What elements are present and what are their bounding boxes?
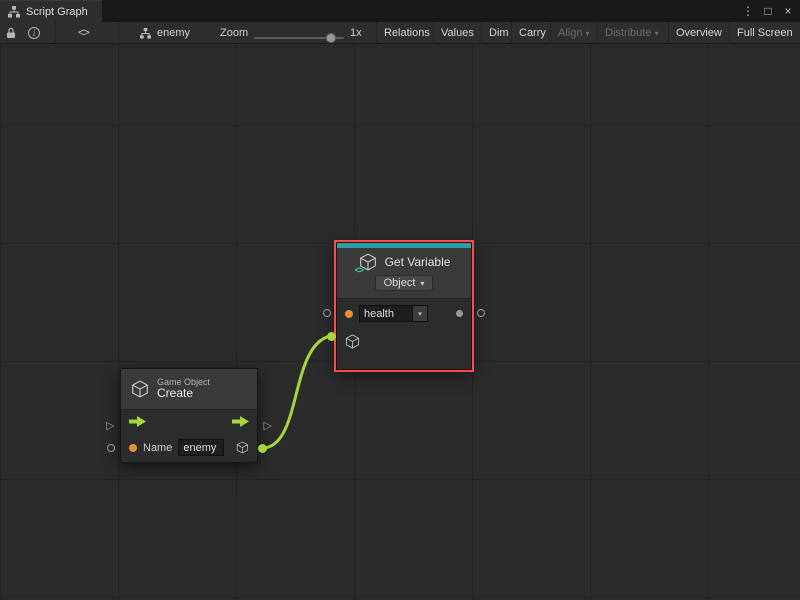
zoom-label: Zoom <box>220 22 248 44</box>
graph-toolbar: i <> enemy Zoom 1x Relations Values Dim … <box>0 22 800 44</box>
tab-script-graph[interactable]: Script Graph <box>0 0 102 22</box>
kebab-menu-icon[interactable]: ⋮ <box>740 4 756 18</box>
code-icon: <> <box>355 265 364 275</box>
value-output-dot[interactable] <box>456 310 463 317</box>
zoom-value-label: 1x <box>350 22 362 44</box>
connection-wire[interactable] <box>265 336 330 448</box>
node-gameobject-create[interactable]: Game Object Create Name ▷ ▷ <box>120 368 258 463</box>
align-button[interactable]: Align ▾ <box>550 22 596 44</box>
code-view-button[interactable]: <> <box>78 22 89 44</box>
relations-button[interactable]: Relations <box>376 22 437 44</box>
values-button[interactable]: Values <box>433 22 481 44</box>
button-label: Dim <box>489 27 509 39</box>
overview-button[interactable]: Overview <box>668 22 729 44</box>
gameobject-cube-icon <box>131 380 149 398</box>
title-bar: Script Graph ⋮ □ × <box>0 0 800 22</box>
connected-gameobject-port[interactable] <box>327 332 336 341</box>
gameobject-port-cube-icon <box>345 334 360 349</box>
chevron-down-icon: ▾ <box>420 279 424 288</box>
create-node-header: Game Object Create <box>121 369 257 410</box>
gameobject-output-cube-icon <box>236 440 249 455</box>
carry-button[interactable]: Carry <box>511 22 553 44</box>
lock-button[interactable] <box>6 22 16 44</box>
name-input-port[interactable] <box>129 444 137 452</box>
button-label: Overview <box>676 27 722 39</box>
script-graph-icon <box>140 28 151 39</box>
script-graph-icon <box>8 6 20 18</box>
button-label: Relations <box>384 27 430 39</box>
variable-scope-dropdown[interactable]: Object ▾ <box>375 275 434 291</box>
variable-cube-icon: <> <box>358 253 378 271</box>
flow-row <box>121 410 257 433</box>
flow-in-arrow-icon[interactable] <box>129 416 146 427</box>
button-label: Distribute <box>605 27 651 39</box>
node-get-variable[interactable]: <> Get Variable Object ▾ ▾ <box>336 242 472 370</box>
name-input[interactable] <box>178 439 224 456</box>
toolbar-separator <box>55 22 56 44</box>
graph-breadcrumb[interactable]: enemy <box>140 22 190 44</box>
flow-output-port[interactable]: ▷ <box>264 421 272 432</box>
chevron-down-icon: ▾ <box>654 29 658 38</box>
zoom-slider[interactable] <box>254 22 344 44</box>
toolbar-separator <box>118 22 119 44</box>
zoom-slider-handle[interactable] <box>326 33 336 43</box>
chevron-down-icon: ▾ <box>585 29 589 38</box>
zoom-slider-track[interactable] <box>254 37 344 39</box>
button-label: Carry <box>519 27 546 39</box>
graph-name-label: enemy <box>157 27 190 39</box>
button-label: Values <box>441 27 474 39</box>
full-screen-button[interactable]: Full Screen <box>729 22 800 44</box>
graph-canvas[interactable]: <> Get Variable Object ▾ ▾ <box>0 44 800 600</box>
get-variable-header: <> Get Variable Object ▾ <box>337 248 471 299</box>
window-controls: ⋮ □ × <box>740 0 796 22</box>
distribute-button[interactable]: Distribute ▾ <box>597 22 665 44</box>
code-icon: <> <box>78 27 89 39</box>
close-icon[interactable]: × <box>780 4 796 18</box>
input-port-circle[interactable] <box>323 309 331 317</box>
chevron-down-icon: ▾ <box>418 310 422 318</box>
node-title: Create <box>157 387 210 401</box>
param-label: Name <box>143 442 172 454</box>
button-label: Align <box>558 27 582 39</box>
name-port-circle[interactable] <box>107 444 115 452</box>
tab-title: Script Graph <box>26 6 88 18</box>
node-title: Get Variable <box>385 255 451 269</box>
flow-out-arrow-icon[interactable] <box>232 416 249 427</box>
info-button[interactable]: i <box>28 22 40 44</box>
value-input-port[interactable] <box>345 310 353 318</box>
button-label: Full Screen <box>737 27 793 39</box>
variable-name-dropdown-button[interactable]: ▾ <box>413 305 428 322</box>
name-row: Name <box>121 433 257 462</box>
lock-icon <box>6 27 16 39</box>
variable-name-input[interactable] <box>359 305 413 322</box>
get-variable-body: ▾ <box>337 299 471 369</box>
output-port-circle[interactable] <box>477 309 485 317</box>
flow-input-port[interactable]: ▷ <box>106 421 114 432</box>
connected-output-port[interactable] <box>258 444 267 453</box>
info-icon: i <box>28 27 40 39</box>
maximize-icon[interactable]: □ <box>760 4 776 18</box>
variable-scope-label: Object <box>384 277 416 289</box>
